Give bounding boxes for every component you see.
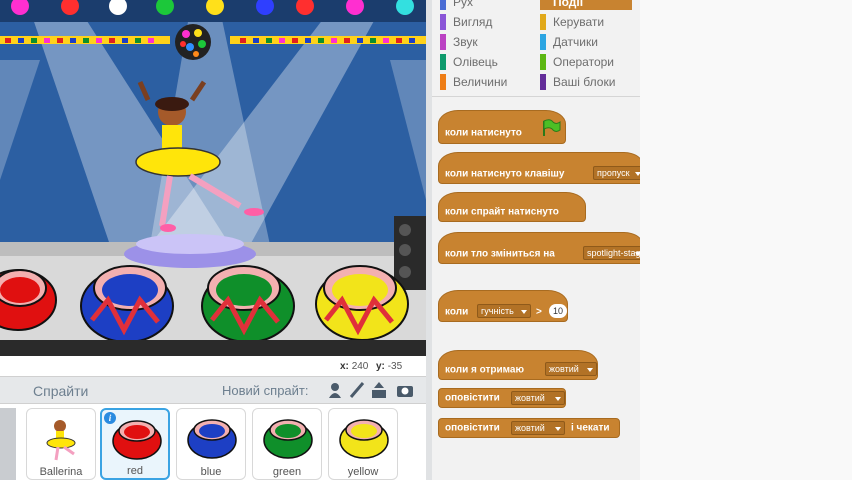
broadcast-and-wait-block[interactable]: оповістити жовтий і чекати: [438, 418, 620, 438]
sprite-pane: Спрайти Новий спрайт: Ballerina i red bl…: [0, 376, 426, 481]
category-color-swatch: [440, 74, 446, 90]
message-dropdown[interactable]: жовтий: [545, 362, 597, 376]
stage-thumbnail-edge[interactable]: [0, 408, 16, 480]
category-events[interactable]: Події: [540, 0, 632, 10]
disco-ball: [175, 24, 211, 60]
block-text: оповістити: [445, 422, 500, 434]
category-color-swatch: [540, 14, 546, 30]
stage[interactable]: [0, 0, 426, 356]
category-label: Події: [553, 0, 584, 9]
new-sprite-label: Новий спрайт:: [222, 383, 309, 398]
sprite-tile-blue[interactable]: blue: [176, 408, 246, 480]
x-value: 240: [351, 361, 369, 372]
threshold-input[interactable]: 10: [549, 304, 567, 318]
sprite-name: blue: [200, 466, 222, 478]
y-value: -35: [387, 361, 403, 372]
sprite-tile-yellow[interactable]: yellow: [328, 408, 398, 480]
category-sensing[interactable]: Датчики: [540, 34, 632, 50]
when-key-pressed-block[interactable]: коли натиснуто клавішу пропуск: [438, 152, 645, 184]
category-label: Ваші блоки: [553, 75, 616, 89]
sprite-list: Ballerina i red blue green yellow: [0, 404, 426, 481]
block-text: коли я отримаю: [445, 364, 525, 376]
x-coordinate: x: 240: [340, 361, 368, 372]
category-looks[interactable]: Вигляд: [440, 14, 530, 30]
sprite-name: Ballerina: [39, 466, 83, 478]
category-label: Оператори: [553, 55, 615, 69]
sprite-pane-header: Спрайти Новий спрайт:: [0, 377, 426, 404]
blue-drum-thumbnail: [187, 419, 237, 459]
block-text: коли натиснуто: [445, 127, 522, 139]
when-i-receive-block[interactable]: коли я отримаю жовтий: [438, 350, 598, 380]
block-text: оповістити: [445, 392, 500, 404]
when-loudness-greater-block[interactable]: коли гучність > 10: [438, 290, 568, 322]
when-backdrop-switches-block[interactable]: коли тло зміниться на spotlight-stage: [438, 232, 645, 264]
key-dropdown[interactable]: пропуск: [593, 166, 645, 180]
choose-sprite-from-library-icon[interactable]: [326, 381, 344, 399]
speakers: [394, 216, 426, 290]
category-sound[interactable]: Звук: [440, 34, 530, 50]
sprite-tile-ballerina[interactable]: Ballerina: [26, 408, 96, 480]
category-color-swatch: [440, 34, 446, 50]
block-text: коли натиснуто клавішу: [445, 168, 565, 180]
category-my-blocks[interactable]: Ваші блоки: [540, 74, 632, 90]
sprite-tile-red[interactable]: i red: [100, 408, 170, 480]
red-drum-thumbnail: [112, 420, 162, 460]
stage-lights: [0, 0, 426, 22]
y-coordinate: y: -35: [376, 361, 402, 372]
message-dropdown[interactable]: жовтий: [511, 391, 565, 405]
green-flag-icon: [541, 119, 561, 140]
category-color-swatch: [440, 0, 446, 10]
category-label: Величини: [453, 75, 508, 89]
category-color-swatch: [440, 54, 446, 70]
category-motion[interactable]: Рух: [440, 0, 530, 10]
sprite-tile-green[interactable]: green: [252, 408, 322, 480]
block-categories: Рух Події Вигляд Керувати Звук Датчики О…: [432, 0, 640, 97]
broadcast-block[interactable]: оповістити жовтий: [438, 388, 566, 408]
category-color-swatch: [540, 34, 546, 50]
sprites-title: Спрайти: [33, 383, 89, 399]
category-color-swatch: [540, 54, 546, 70]
ballerina-thumbnail: [46, 420, 76, 461]
block-text: >: [536, 306, 542, 318]
category-label: Керувати: [553, 15, 605, 29]
stage-backdrop: [0, 0, 426, 356]
when-flag-clicked-block[interactable]: коли натиснуто: [438, 110, 566, 144]
category-color-swatch: [540, 0, 546, 10]
category-label: Датчики: [553, 35, 598, 49]
block-text: коли спрайт натиснуто: [445, 206, 559, 218]
green-drum-thumbnail: [263, 419, 313, 459]
message-dropdown[interactable]: жовтий: [511, 421, 565, 435]
sprite-name: green: [272, 466, 302, 478]
backdrop-dropdown[interactable]: spotlight-stage: [583, 246, 645, 260]
category-label: Звук: [453, 35, 478, 49]
block-palette: Рух Події Вигляд Керувати Звук Датчики О…: [432, 0, 645, 480]
scripts-area[interactable]: [640, 0, 852, 480]
yellow-drum-thumbnail: [339, 419, 389, 459]
y-label: y:: [376, 361, 385, 372]
mouse-coordinates: x: 240 y: -35: [0, 356, 426, 376]
camera-icon[interactable]: [396, 381, 414, 399]
category-label: Олівець: [453, 55, 498, 69]
paint-new-sprite-icon[interactable]: [348, 381, 366, 399]
block-text: і чекати: [571, 422, 610, 434]
sensor-dropdown[interactable]: гучність: [477, 304, 531, 318]
block-text: коли: [445, 306, 469, 318]
category-pen[interactable]: Олівець: [440, 54, 530, 70]
when-sprite-clicked-block[interactable]: коли спрайт натиснуто: [438, 192, 586, 222]
sprite-name: red: [127, 465, 143, 477]
x-label: x:: [340, 361, 349, 372]
upload-sprite-icon[interactable]: [370, 381, 388, 399]
block-text: коли тло зміниться на: [445, 248, 555, 260]
category-label: Рух: [453, 0, 474, 9]
category-color-swatch: [440, 14, 446, 30]
category-label: Вигляд: [453, 15, 493, 29]
category-operators[interactable]: Оператори: [540, 54, 632, 70]
dance-platform: [124, 234, 256, 268]
category-color-swatch: [540, 74, 546, 90]
drum-yellow: [315, 265, 409, 341]
sprite-name: yellow: [347, 466, 379, 478]
category-variables[interactable]: Величини: [440, 74, 530, 90]
category-control[interactable]: Керувати: [540, 14, 632, 30]
